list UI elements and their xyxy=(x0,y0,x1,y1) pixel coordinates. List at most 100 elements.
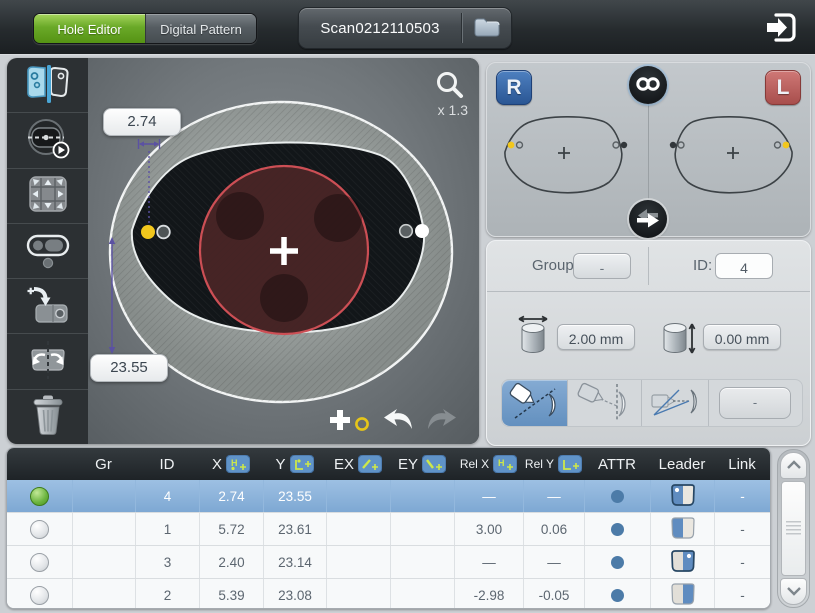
mini-hole-markers xyxy=(508,142,790,149)
dimension-y-label[interactable]: 23.55 xyxy=(90,354,168,382)
drill-mode-angled-button[interactable] xyxy=(567,380,641,426)
magnify-button[interactable] xyxy=(434,70,466,102)
drill-mode-horizontal-button[interactable] xyxy=(641,380,708,426)
drill-mode-custom-button[interactable]: - xyxy=(708,380,801,426)
id-value-field[interactable]: 4 xyxy=(715,253,773,279)
folder-icon xyxy=(472,15,502,42)
col-status xyxy=(7,448,72,480)
lens-canvas[interactable]: 2.74 23.55 x 1.3 xyxy=(88,58,479,444)
zone-spot xyxy=(314,194,362,242)
scroll-down-button[interactable] xyxy=(780,578,807,605)
group-label: Group: xyxy=(532,257,578,274)
cell-ex xyxy=(326,546,390,578)
zoom-factor-label: x 1.3 xyxy=(438,102,468,118)
attr-dot xyxy=(611,556,624,569)
rel-x-icon[interactable]: H xyxy=(493,455,517,473)
scrollbar-thumb[interactable] xyxy=(781,481,806,576)
hole-depth-icon xyxy=(661,313,697,357)
add-hole-button[interactable] xyxy=(326,408,372,436)
mirror-icon xyxy=(24,338,72,385)
group-id-divider xyxy=(648,247,649,285)
table-row[interactable]: 3 2.40 23.14 — — - xyxy=(7,545,770,578)
row-status-dot[interactable] xyxy=(30,520,49,539)
hole-marker[interactable] xyxy=(415,224,429,238)
attr-dot xyxy=(611,589,624,602)
lens-rotation-tool-button[interactable] xyxy=(7,113,88,168)
hole-pattern-tool-button[interactable] xyxy=(7,58,88,113)
tab-hole-editor[interactable]: Hole Editor xyxy=(34,14,145,43)
col-y: Y xyxy=(263,448,326,480)
cell-ey xyxy=(390,579,454,609)
group-value-button[interactable]: - xyxy=(573,253,631,279)
x-coordinate-icon[interactable]: H xyxy=(226,455,250,473)
cell-rel-x: — xyxy=(454,480,523,512)
cell-gr xyxy=(72,546,135,578)
table-row[interactable]: 1 5.72 23.61 3.00 0.06 - xyxy=(7,512,770,545)
group-toggle-icon xyxy=(24,227,72,274)
hole-marker[interactable] xyxy=(400,225,413,238)
swap-eyes-button[interactable] xyxy=(629,200,667,238)
table-scrollbar[interactable] xyxy=(777,449,810,608)
drill-mode-selector: - xyxy=(501,379,803,427)
redo-icon xyxy=(426,408,460,437)
ex-edit-icon[interactable] xyxy=(358,455,382,473)
col-leader: Leader xyxy=(650,448,714,480)
hole-marker[interactable] xyxy=(157,226,170,239)
row-status-dot[interactable] xyxy=(30,487,49,506)
cell-y: 23.55 xyxy=(263,480,326,512)
undo-icon xyxy=(382,408,416,437)
nudge-pan-icon xyxy=(24,173,72,218)
row-status-dot[interactable] xyxy=(30,553,49,572)
hole-diameter-icon xyxy=(515,313,551,357)
zone-spot xyxy=(216,192,264,240)
link-eyes-button[interactable] xyxy=(629,66,667,104)
svg-text:H: H xyxy=(231,458,238,468)
hole-marker-selected[interactable] xyxy=(141,225,155,239)
svg-text:H: H xyxy=(498,458,505,468)
cell-ex xyxy=(326,513,390,545)
mirror-tool-button[interactable] xyxy=(7,334,88,389)
cell-rel-y: -0.05 xyxy=(523,579,584,609)
redo-button[interactable] xyxy=(426,408,460,436)
scroll-up-button[interactable] xyxy=(780,452,807,479)
hole-pattern-icon xyxy=(24,63,72,108)
dimension-x-label[interactable]: 2.74 xyxy=(103,108,181,136)
y-coordinate-icon[interactable] xyxy=(290,455,314,473)
open-folder-button[interactable] xyxy=(463,8,511,48)
col-rel-y: Rel Y xyxy=(523,448,584,480)
swap-arrows-icon xyxy=(634,207,662,232)
group-id-row: Group: - ID: 4 xyxy=(487,241,810,292)
hole-depth-field[interactable]: 0.00 mm xyxy=(703,324,781,350)
link-icon xyxy=(633,73,663,98)
drill-mode-normal-button[interactable] xyxy=(502,380,567,426)
cell-x: 5.72 xyxy=(199,513,263,545)
rel-y-icon[interactable] xyxy=(558,455,582,473)
cell-gr xyxy=(72,579,135,609)
left-lens-cross xyxy=(727,147,739,159)
col-attr: ATTR xyxy=(584,448,650,480)
cell-ex xyxy=(326,480,390,512)
add-hole-tool-button[interactable] xyxy=(7,279,88,334)
plus-circle-icon xyxy=(326,407,372,438)
row-status-dot[interactable] xyxy=(30,586,49,605)
delete-tool-button[interactable] xyxy=(7,390,88,444)
undo-button[interactable] xyxy=(382,408,416,436)
tab-digital-pattern[interactable]: Digital Pattern xyxy=(145,14,256,43)
nudge-pan-tool-button[interactable] xyxy=(7,169,88,224)
ey-edit-icon[interactable] xyxy=(422,455,446,473)
group-toggle-tool-button[interactable] xyxy=(7,224,88,279)
chevron-up-icon xyxy=(786,458,802,473)
col-ex: EX xyxy=(326,448,390,480)
hole-diameter-field[interactable]: 2.00 mm xyxy=(557,324,635,350)
table-row[interactable]: 4 2.74 23.55 — — - xyxy=(7,480,770,512)
add-hole-icon xyxy=(24,284,72,329)
scan-name[interactable]: Scan0212110503 xyxy=(299,20,461,37)
cell-y: 23.08 xyxy=(263,579,326,609)
table-row[interactable]: 2 5.39 23.08 -2.98 -0.05 - xyxy=(7,578,770,609)
cell-rel-y: — xyxy=(523,480,584,512)
exit-button[interactable] xyxy=(762,10,800,45)
drill-angled-icon xyxy=(577,382,633,425)
cell-id: 4 xyxy=(135,480,199,512)
col-id: ID xyxy=(135,448,199,480)
exit-icon xyxy=(762,33,800,48)
